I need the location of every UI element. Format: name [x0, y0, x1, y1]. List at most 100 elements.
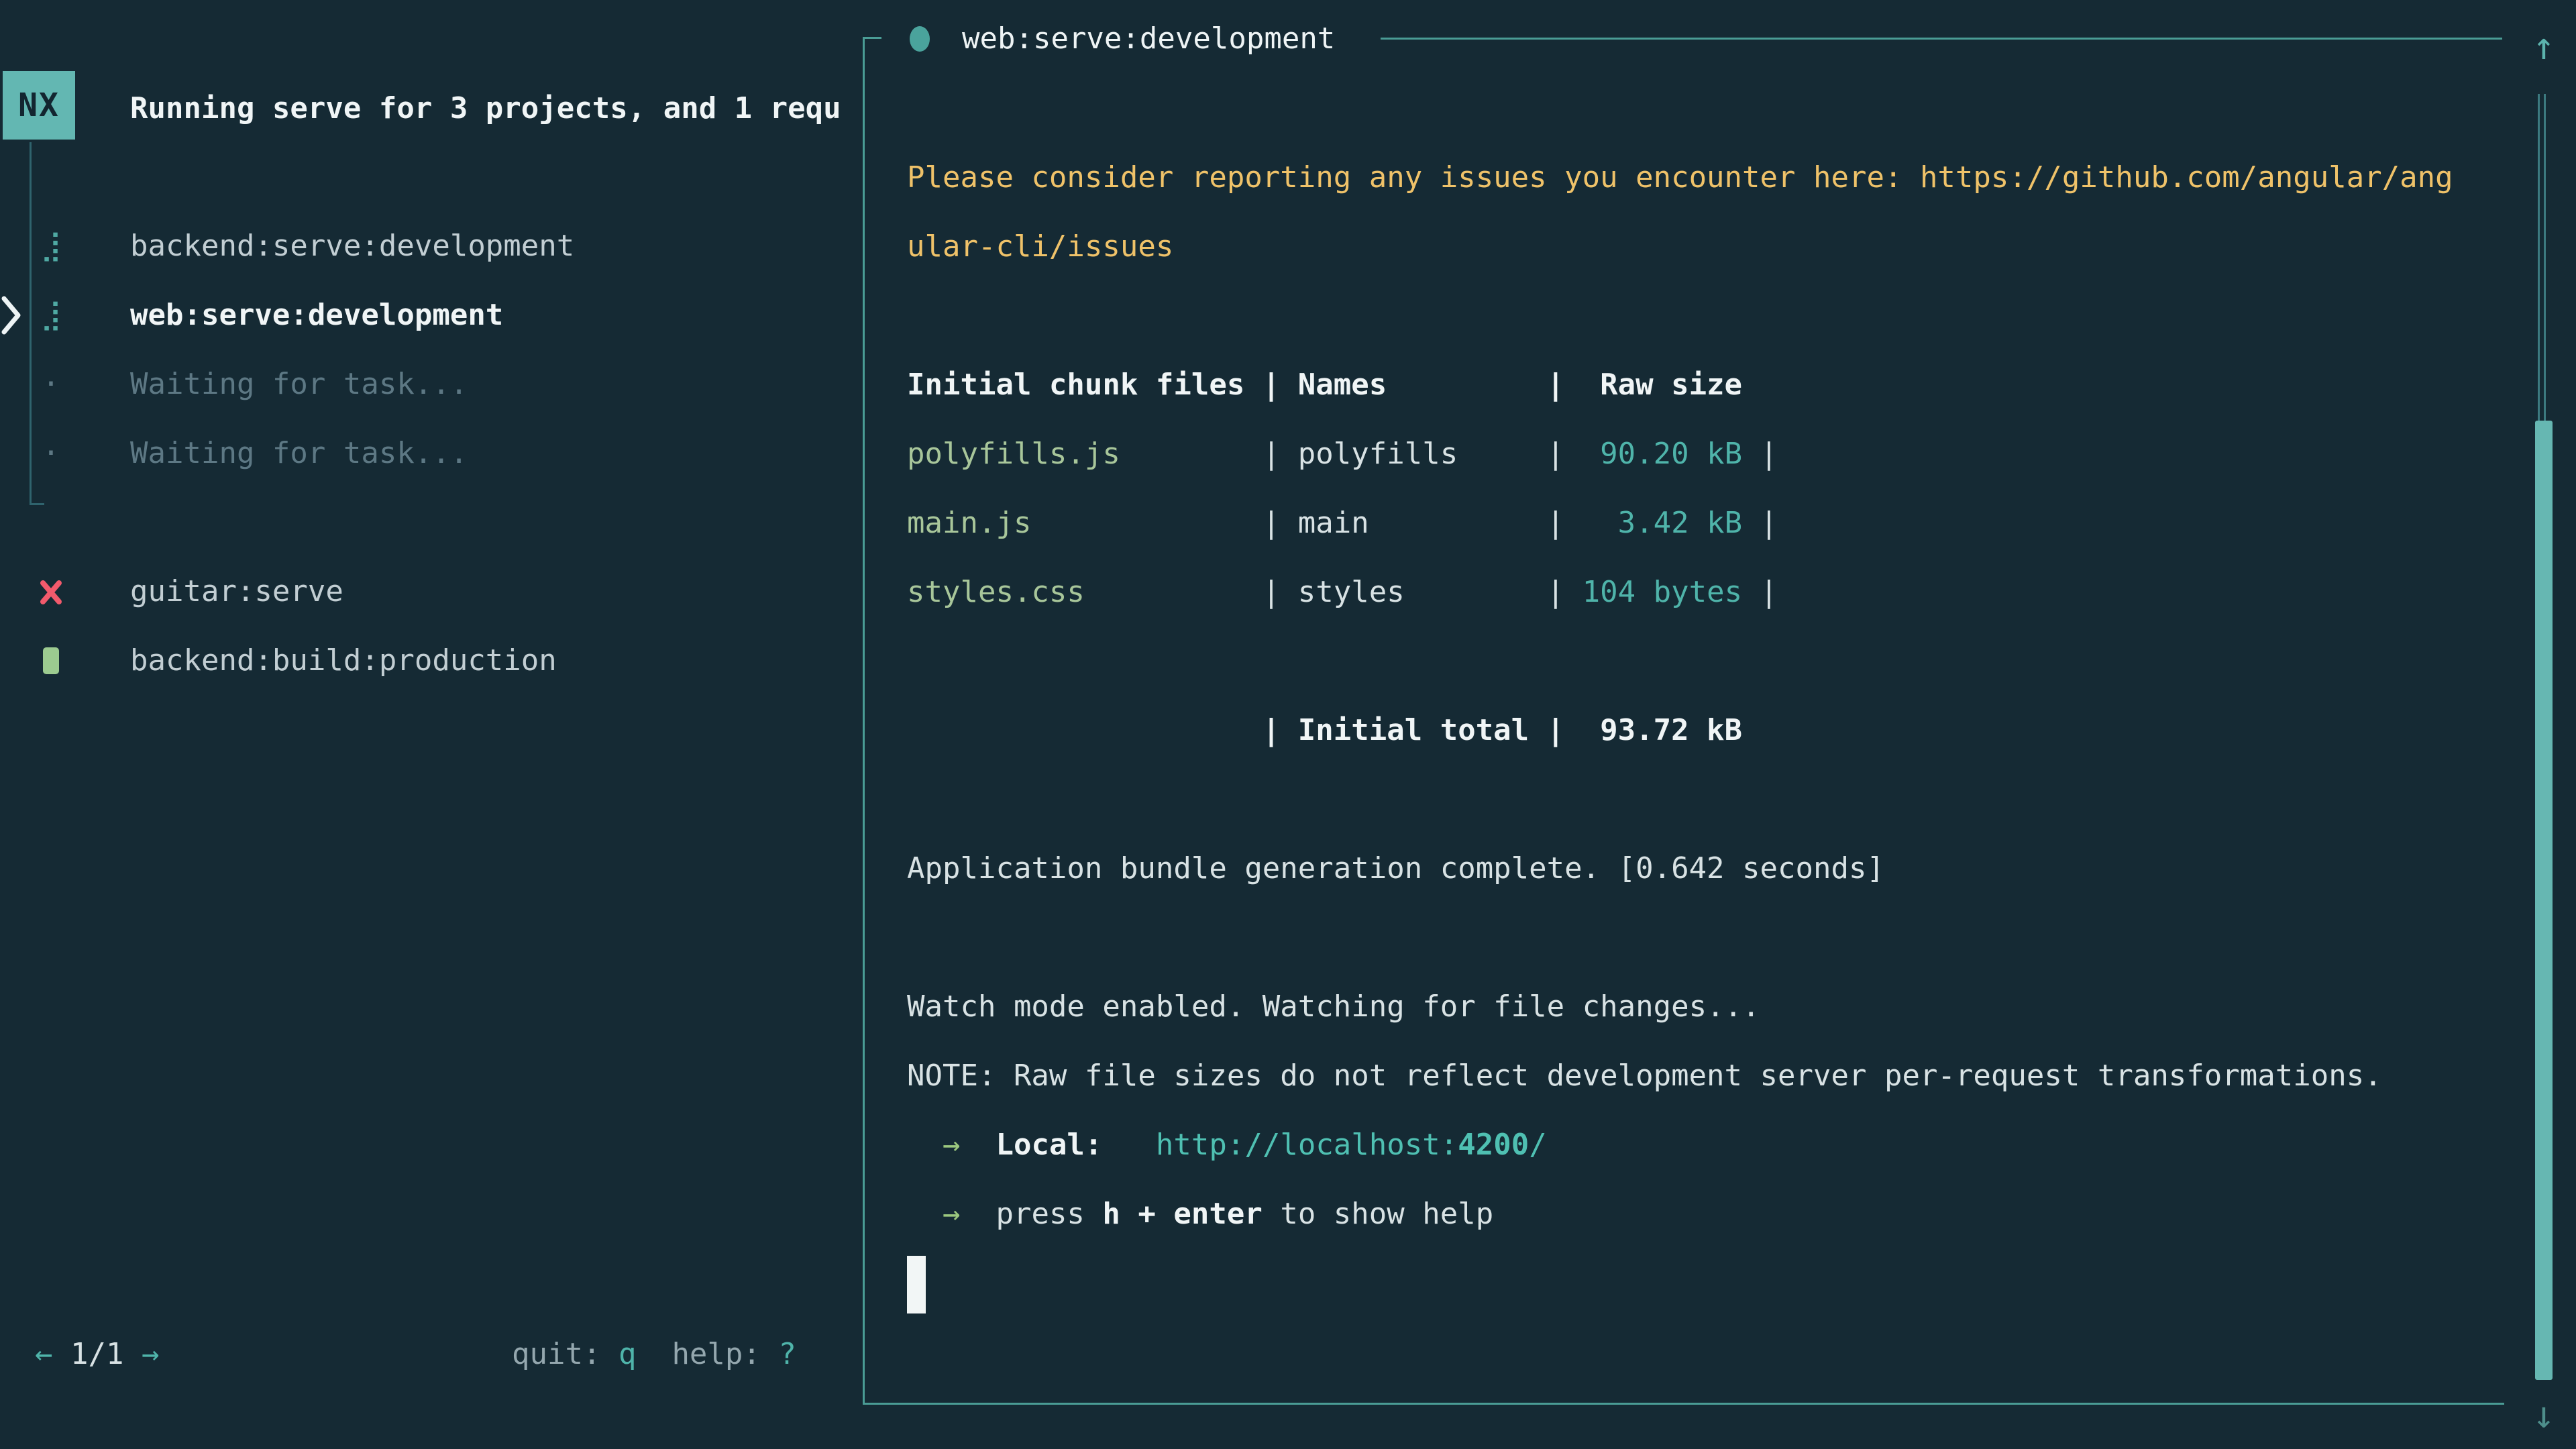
text-segment: 3.42 kB	[1582, 506, 1742, 540]
terminal-line	[907, 903, 2504, 972]
terminal-line: polyfills.js | polyfills | 90.20 kB |	[907, 419, 2504, 488]
terminal-line	[907, 765, 2504, 834]
text-segment: ←	[35, 1337, 53, 1371]
terminal-line: → Local: http://localhost:4200/	[907, 1110, 2504, 1179]
task-label: guitar:serve	[130, 557, 343, 626]
task-row-Waiting-for-task-[interactable]: · Waiting for task...	[0, 419, 863, 488]
panel-title: web:serve:development	[962, 4, 1335, 73]
terminal-line: Application bundle generation complete. …	[907, 834, 2504, 903]
text-segment	[960, 1197, 996, 1231]
text-segment: →	[142, 1337, 160, 1371]
terminal-line: → press h + enter to show help	[907, 1179, 2504, 1248]
text-segment: Local:	[996, 1128, 1102, 1162]
scroll-up-icon[interactable]: ↑	[2524, 13, 2564, 80]
panel-header-rule	[1381, 38, 2502, 40]
selected-task-chevron-icon	[0, 292, 23, 339]
text-segment: Please consider reporting any issues you…	[907, 160, 2453, 195]
terminal-line: Initial chunk files | Names | Raw size	[907, 350, 2504, 419]
text-segment: NOTE: Raw file sizes do not reflect deve…	[907, 1059, 2382, 1093]
text-segment: |	[1369, 506, 1582, 540]
help-bar: quit: q help: ?	[512, 1320, 796, 1389]
text-segment: | Initial total | 93.72 kB	[907, 713, 1742, 747]
text-segment: press	[996, 1197, 1102, 1231]
text-segment: styles	[1298, 575, 1405, 609]
text-segment: /	[1529, 1128, 1547, 1162]
text-segment: q	[619, 1337, 637, 1371]
task-running-spinner-icon: ⣸	[35, 280, 67, 350]
text-segment: |	[1742, 575, 1778, 609]
terminal-line: Please consider reporting any issues you…	[907, 143, 2504, 212]
scrollbar-thumb[interactable]	[2535, 421, 2553, 1380]
task-status-bullet-icon	[910, 26, 930, 52]
terminal-line: ular-cli/issues	[907, 212, 2504, 281]
task-success-square-icon	[35, 626, 67, 695]
task-label: backend:build:production	[130, 626, 557, 695]
task-row-backend-serve-development[interactable]: ⣸ backend:serve:development	[0, 211, 863, 280]
terminal-line	[907, 627, 2504, 696]
task-row-backend-build-production[interactable]: backend:build:production	[0, 626, 863, 695]
task-row-Waiting-for-task-[interactable]: · Waiting for task...	[0, 350, 863, 419]
text-segment	[1102, 1128, 1155, 1162]
text-segment: |	[1405, 575, 1582, 609]
nx-terminal-ui: { "sidebar": { "logo": "NX", "title": "R…	[0, 0, 2576, 1449]
text-segment: |	[1742, 506, 1778, 540]
task-label: Waiting for task...	[130, 350, 468, 419]
text-segment: Initial chunk files | Names | Raw size	[907, 368, 1742, 402]
text-segment: →	[943, 1128, 961, 1162]
text-segment: ?	[778, 1337, 796, 1371]
task-pending-dot-icon: ·	[35, 419, 67, 488]
terminal-line: main.js | main | 3.42 kB |	[907, 488, 2504, 557]
text-segment: h + enter	[1102, 1197, 1262, 1231]
pagination[interactable]: ← 1/1 →	[35, 1320, 159, 1389]
text-segment: styles.css	[907, 575, 1085, 609]
text-segment: →	[943, 1197, 961, 1231]
text-segment: 104 bytes	[1582, 575, 1742, 609]
task-tree-corner	[30, 503, 44, 505]
terminal-line	[907, 1248, 2504, 1318]
text-segment: polyfills	[1298, 437, 1458, 471]
task-row-guitar-serve[interactable]: guitar:serve	[0, 557, 863, 626]
terminal-cursor	[907, 1256, 926, 1313]
panel-bottom-border	[863, 1403, 2504, 1405]
task-failed-cross-icon	[35, 557, 67, 626]
task-running-spinner-icon: ⣸	[35, 211, 67, 280]
panel-left-border	[863, 37, 865, 1405]
terminal-line: NOTE: Raw file sizes do not reflect deve…	[907, 1041, 2504, 1110]
text-segment	[636, 1337, 672, 1371]
text-segment: main.js	[907, 506, 1031, 540]
text-segment: main	[1298, 506, 1369, 540]
text-segment: 1/1	[53, 1337, 142, 1371]
task-pending-dot-icon: ·	[35, 350, 67, 419]
terminal-line: Watch mode enabled. Watching for file ch…	[907, 972, 2504, 1041]
task-label: web:serve:development	[130, 280, 503, 350]
text-segment: |	[1085, 575, 1298, 609]
terminal-output: Please consider reporting any issues you…	[907, 143, 2504, 1318]
text-segment: Watch mode enabled. Watching for file ch…	[907, 989, 1760, 1024]
text-segment	[907, 1197, 943, 1231]
text-segment: |	[1458, 437, 1582, 471]
text-segment: help:	[672, 1337, 778, 1371]
text-segment: 4200	[1458, 1128, 1529, 1162]
task-label: Waiting for task...	[130, 419, 468, 488]
task-row-web-serve-development[interactable]: ⣸ web:serve:development	[0, 280, 863, 350]
text-segment: |	[1120, 437, 1298, 471]
text-segment: http://localhost:	[1156, 1128, 1458, 1162]
text-segment: quit:	[512, 1337, 619, 1371]
terminal-line	[907, 281, 2504, 350]
nx-logo: NX	[3, 71, 75, 140]
scrollbar-track[interactable]	[2538, 94, 2546, 421]
text-segment: Application bundle generation complete. …	[907, 851, 1884, 885]
text-segment: ular-cli/issues	[907, 229, 1173, 264]
text-segment	[907, 1128, 943, 1162]
text-segment: |	[1742, 437, 1778, 471]
task-label: backend:serve:development	[130, 211, 574, 280]
scroll-down-icon[interactable]: ↓	[2524, 1382, 2564, 1449]
terminal-line: | Initial total | 93.72 kB	[907, 696, 2504, 765]
app-title: Running serve for 3 projects, and 1 requ	[130, 74, 863, 143]
panel-top-border	[863, 37, 881, 39]
text-segment: 90.20 kB	[1582, 437, 1742, 471]
text-segment: polyfills.js	[907, 437, 1120, 471]
text-segment: |	[1031, 506, 1297, 540]
text-segment: to show help	[1263, 1197, 1493, 1231]
text-segment	[960, 1128, 996, 1162]
